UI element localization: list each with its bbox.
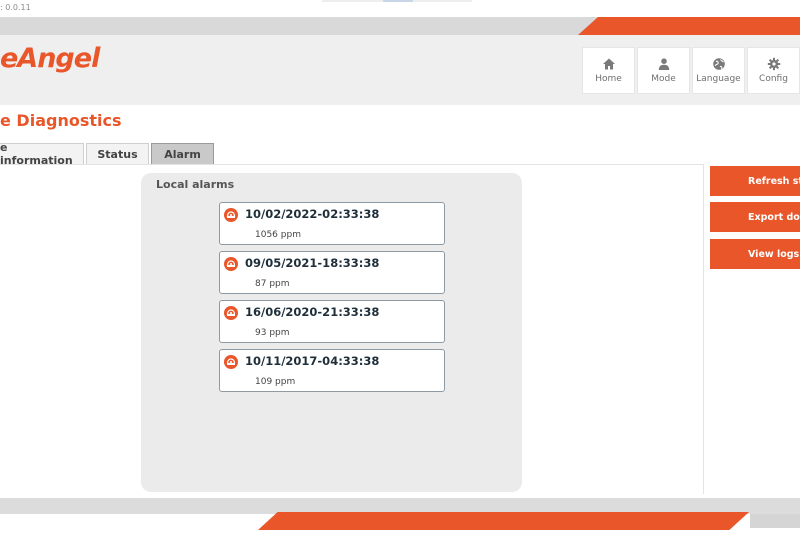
alarm-icon [224,355,238,369]
local-alarms-panel: Local alarms 10/02/2022-02:33:38 1056 pp… [141,173,522,492]
gear-icon [767,57,780,71]
alarm-date: 16/06/2020-21:33:38 [245,305,380,319]
alarm-value: 93 ppm [255,328,290,338]
refresh-status-button[interactable]: Refresh stat [710,166,800,196]
nav-config-label: Config [759,74,788,84]
footer-decor-band [0,498,800,514]
nav-config-button[interactable]: Config [747,47,800,94]
page-title: e Diagnostics [0,111,122,130]
content-top-divider [0,164,704,165]
nav-home-button[interactable]: Home [582,47,635,94]
tab-status[interactable]: Status [86,143,149,165]
home-icon [602,58,615,70]
alarm-item[interactable]: 09/05/2021-18:33:38 87 ppm [219,251,445,294]
footer-decor-grey [750,514,800,528]
export-docx-button[interactable]: Export docx/ [710,202,800,232]
alarm-icon [224,208,238,222]
version-label: : 0.0.11 [0,3,31,12]
main-nav: Home Mode Language Config [582,47,800,94]
view-logs-button[interactable]: View logs [710,239,800,269]
alarm-item[interactable]: 10/02/2022-02:33:38 1056 ppm [219,202,445,245]
alarm-icon [224,257,238,271]
alarm-icon [224,306,238,320]
alarm-value: 1056 ppm [255,230,301,240]
alarm-date: 09/05/2021-18:33:38 [245,256,380,270]
nav-language-button[interactable]: Language [692,47,745,94]
nav-language-label: Language [696,74,741,84]
nav-mode-button[interactable]: Mode [637,47,690,94]
tab-device-information[interactable]: e information [0,141,84,167]
alarm-date: 10/02/2022-02:33:38 [245,207,380,221]
alarm-value: 109 ppm [255,377,296,387]
globe-icon [712,58,725,70]
panel-title: Local alarms [156,178,235,191]
alarm-value: 87 ppm [255,279,290,289]
alarm-item[interactable]: 10/11/2017-04:33:38 109 ppm [219,349,445,392]
brand-logo: eAngel [0,43,100,74]
diagnostics-tabs: e information Status Alarm [0,141,214,167]
alarm-date: 10/11/2017-04:33:38 [245,354,380,368]
footer-decor-accent [258,512,749,530]
content-right-divider [703,164,704,494]
top-window-strip-accent [383,0,413,2]
user-icon [658,58,669,70]
top-decor-accent [578,17,800,35]
alarm-item[interactable]: 16/06/2020-21:33:38 93 ppm [219,300,445,343]
nav-home-label: Home [595,74,622,84]
tab-alarm[interactable]: Alarm [151,143,214,165]
nav-mode-label: Mode [651,74,676,84]
